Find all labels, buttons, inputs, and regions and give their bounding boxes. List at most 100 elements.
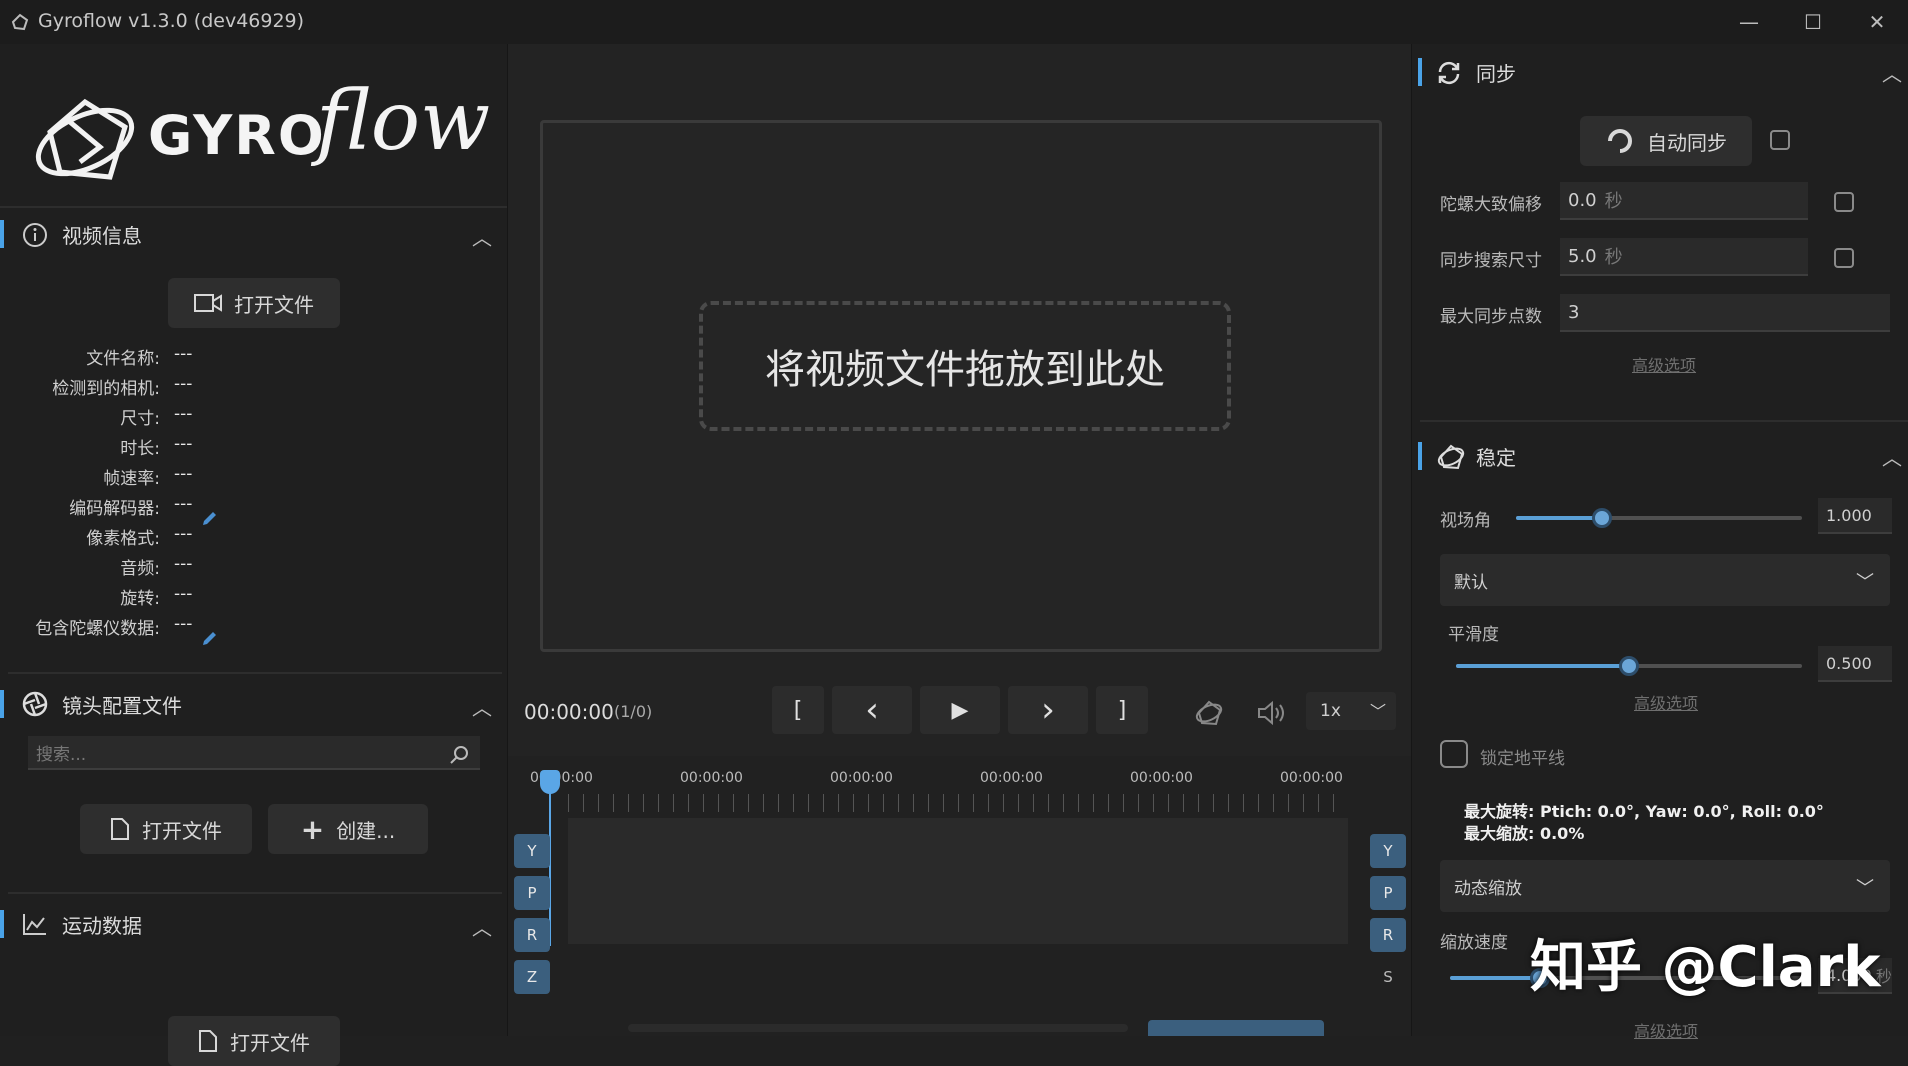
- stabilization-header[interactable]: 稳定 ︿: [1412, 432, 1908, 480]
- axis-roll-button-right[interactable]: R: [1370, 918, 1406, 952]
- axis-roll-button-left[interactable]: R: [514, 918, 550, 952]
- axis-s-button-right[interactable]: S: [1370, 960, 1406, 994]
- max-sync-points-value: 3: [1568, 301, 1580, 323]
- right-panel: 同步 ︿ 自动同步 陀螺大致偏移 0.0 秒 同步搜索尺寸 5.0 秒 最大同步…: [1412, 44, 1908, 1041]
- chevron-up-icon[interactable]: ︿: [472, 222, 492, 251]
- field-label: 检测到的相机:: [52, 379, 160, 399]
- field-label: 音频:: [120, 559, 160, 579]
- field-label: 尺寸:: [120, 409, 160, 429]
- section-accent-bar: [0, 690, 4, 718]
- field-value: ---: [174, 464, 193, 484]
- auto-sync-checkbox[interactable]: [1770, 130, 1790, 150]
- field-value: ---: [174, 344, 193, 364]
- close-button[interactable]: ✕: [1850, 6, 1904, 38]
- chevron-up-icon[interactable]: ︿: [472, 912, 492, 941]
- smoothness-slider-fill: [1456, 664, 1629, 668]
- fov-label: 视场角: [1440, 511, 1491, 531]
- chevron-down-icon: ﹀: [1856, 878, 1874, 899]
- chevron-down-icon: ﹀: [1856, 572, 1874, 593]
- minimize-button[interactable]: —: [1722, 6, 1776, 38]
- gyroflow-stabilize-icon: [1437, 444, 1465, 470]
- chevron-up-icon[interactable]: ︿: [472, 692, 492, 721]
- video-open-file-label: 打开文件: [234, 292, 314, 317]
- stabilization-toggle-icon[interactable]: [1194, 698, 1224, 728]
- divider: [8, 892, 502, 894]
- section-accent-bar: [1418, 58, 1422, 86]
- playback-speed-select[interactable]: 1x ﹀: [1306, 692, 1396, 730]
- video-info-header[interactable]: 视频信息 ︿: [0, 210, 508, 258]
- search-size-checkbox[interactable]: [1834, 248, 1854, 268]
- axis-pitch-button-left[interactable]: P: [514, 876, 550, 910]
- gyroflow-logo-icon: [35, 98, 135, 180]
- play-button[interactable]: ▶: [920, 686, 1000, 734]
- lock-horizon-label: 锁定地平线: [1480, 749, 1565, 769]
- field-label: 编码解码器:: [69, 499, 160, 519]
- volume-icon[interactable]: [1256, 698, 1288, 728]
- lock-horizon-checkbox[interactable]: [1440, 740, 1468, 768]
- search-size-input[interactable]: 5.0 秒: [1560, 238, 1808, 276]
- pencil-icon[interactable]: [200, 510, 218, 528]
- timeline-tick: 00:00:00: [680, 770, 743, 786]
- rough-offset-unit: 秒: [1604, 191, 1623, 212]
- section-accent-bar: [0, 910, 4, 938]
- motion-open-file-button[interactable]: 打开文件: [168, 1016, 340, 1066]
- stabilization-method-select[interactable]: 默认 ﹀: [1440, 554, 1890, 606]
- video-preview[interactable]: 将视频文件拖放到此处: [540, 120, 1382, 652]
- timeline[interactable]: 00:00:00 00:00:00 00:00:00 00:00:00 00:0…: [508, 756, 1412, 1036]
- lens-search-placeholder: 搜索...: [36, 744, 87, 765]
- axis-pitch-button-right[interactable]: P: [1370, 876, 1406, 910]
- lens-open-file-button[interactable]: 打开文件: [80, 804, 252, 854]
- lens-create-button[interactable]: + 创建...: [268, 804, 428, 854]
- drop-hint: 将视频文件拖放到此处: [765, 347, 1165, 393]
- rough-offset-checkbox[interactable]: [1834, 192, 1854, 212]
- timeline-tick: 00:00:00: [830, 770, 893, 786]
- title-bar: Gyroflow v1.3.0 (dev46929) — ☐ ✕: [0, 0, 1908, 44]
- pencil-icon[interactable]: [200, 630, 218, 648]
- set-out-point-button[interactable]: ]: [1096, 686, 1148, 734]
- search-size-value: 5.0: [1568, 245, 1597, 267]
- playhead-handle[interactable]: [540, 770, 560, 794]
- auto-sync-label: 自动同步: [1647, 130, 1727, 155]
- lens-profile-header[interactable]: 镜头配置文件 ︿: [0, 680, 508, 728]
- axis-yaw-button-right[interactable]: Y: [1370, 834, 1406, 868]
- smoothness-value-input[interactable]: 0.500: [1818, 646, 1892, 682]
- lens-search-input[interactable]: 搜索...: [28, 736, 480, 770]
- chevron-up-icon[interactable]: ︿: [1882, 58, 1902, 87]
- set-in-point-button[interactable]: [: [772, 686, 824, 734]
- next-frame-button[interactable]: ›: [1008, 686, 1088, 734]
- plus-icon: +: [300, 812, 325, 846]
- smoothness-slider-knob[interactable]: [1619, 656, 1639, 676]
- sync-advanced-link[interactable]: 高级选项: [1632, 352, 1696, 376]
- playback-time: 00:00:00: [524, 700, 614, 724]
- field-value: ---: [174, 584, 193, 604]
- field-value: ---: [174, 374, 193, 394]
- chevron-up-icon[interactable]: ︿: [1882, 442, 1902, 471]
- rough-offset-input[interactable]: 0.0 秒: [1560, 182, 1808, 220]
- prev-frame-button[interactable]: ‹: [832, 686, 912, 734]
- sync-header[interactable]: 同步 ︿: [1412, 48, 1908, 96]
- axis-z-button-left[interactable]: Z: [514, 960, 550, 994]
- field-value: ---: [174, 614, 193, 634]
- max-sync-points-input[interactable]: 3: [1560, 294, 1890, 332]
- timeline-track[interactable]: [568, 818, 1348, 944]
- maximize-button[interactable]: ☐: [1786, 6, 1840, 38]
- field-value: ---: [174, 494, 193, 514]
- lens-open-file-label: 打开文件: [142, 818, 222, 843]
- stabilization-advanced-link[interactable]: 高级选项: [1634, 690, 1698, 714]
- dynamic-zoom-select[interactable]: 动态缩放 ﹀: [1440, 860, 1890, 912]
- fov-value-input[interactable]: 1.000: [1818, 498, 1892, 534]
- auto-sync-button[interactable]: 自动同步: [1580, 116, 1752, 166]
- section-accent-bar: [0, 220, 4, 248]
- info-icon: [23, 223, 47, 247]
- search-icon[interactable]: [448, 744, 470, 766]
- fov-slider-knob[interactable]: [1591, 508, 1612, 528]
- zoom-advanced-link[interactable]: 高级选项: [1634, 1018, 1698, 1042]
- motion-data-header[interactable]: 运动数据 ︿: [0, 900, 508, 948]
- drop-zone[interactable]: 将视频文件拖放到此处: [699, 301, 1231, 431]
- export-button[interactable]: [1148, 1020, 1324, 1036]
- spinner-icon: [1608, 129, 1632, 153]
- zoom-speed-label: 缩放速度: [1440, 933, 1508, 953]
- field-value: ---: [174, 434, 193, 454]
- axis-yaw-button-left[interactable]: Y: [514, 834, 550, 868]
- video-open-file-button[interactable]: 打开文件: [168, 278, 340, 328]
